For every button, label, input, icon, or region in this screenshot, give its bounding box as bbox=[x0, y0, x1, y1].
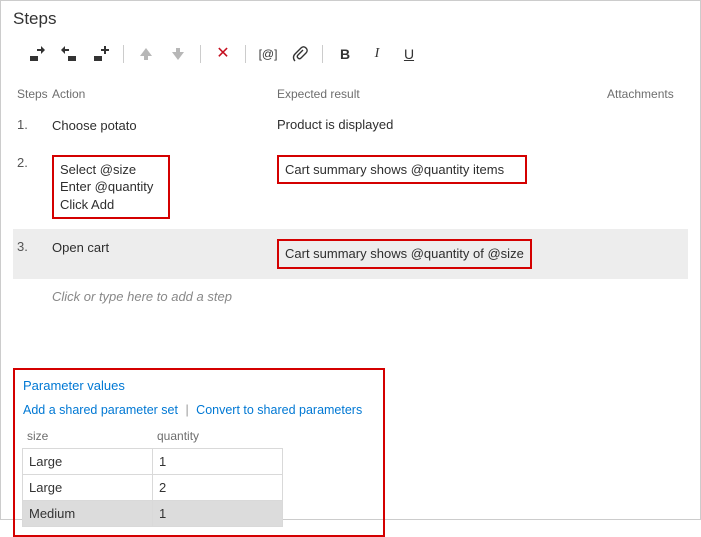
param-cell-size[interactable]: Medium bbox=[22, 500, 153, 527]
step-row[interactable]: 2.Select @sizeEnter @quantityClick AddCa… bbox=[13, 145, 688, 230]
insert-step-before-icon[interactable] bbox=[53, 41, 85, 67]
parameter-links: Add a shared parameter set | Convert to … bbox=[23, 403, 375, 417]
attachment-icon[interactable] bbox=[284, 41, 316, 67]
insert-step-icon[interactable] bbox=[21, 41, 53, 67]
step-action[interactable]: Select @sizeEnter @quantityClick Add bbox=[52, 155, 277, 220]
add-step-placeholder[interactable]: Click or type here to add a step bbox=[13, 279, 688, 314]
italic-button[interactable]: I bbox=[361, 41, 393, 67]
param-cell-size[interactable]: Large bbox=[22, 474, 153, 501]
step-number: 1. bbox=[17, 117, 52, 132]
step-action[interactable]: Choose potato bbox=[52, 117, 277, 135]
section-title: Steps bbox=[13, 9, 688, 29]
col-header-expected: Expected result bbox=[277, 87, 607, 101]
step-row[interactable]: 1.Choose potatoProduct is displayed bbox=[13, 107, 688, 145]
parameter-table: size quantity Large1Large2Medium1 bbox=[23, 423, 375, 527]
param-cell-quantity[interactable]: 1 bbox=[152, 448, 283, 475]
step-number: 3. bbox=[17, 239, 52, 254]
toolbar: ✕ [@] B I U bbox=[13, 41, 688, 67]
move-down-icon[interactable] bbox=[162, 41, 194, 67]
col-header-steps: Steps bbox=[17, 87, 52, 101]
bold-button[interactable]: B bbox=[329, 41, 361, 67]
param-token-icon[interactable]: [@] bbox=[252, 41, 284, 67]
step-expected-result[interactable]: Cart summary shows @quantity of @size bbox=[277, 239, 607, 269]
parameter-values-section: Parameter values Add a shared parameter … bbox=[13, 368, 385, 537]
col-header-attachments: Attachments bbox=[607, 87, 684, 101]
param-cell-size[interactable]: Large bbox=[22, 448, 153, 475]
step-row[interactable]: 3.Open cartCart summary shows @quantity … bbox=[13, 229, 688, 279]
toolbar-separator bbox=[245, 45, 246, 63]
param-cell-quantity[interactable]: 2 bbox=[152, 474, 283, 501]
steps-table-header: Steps Action Expected result Attachments bbox=[13, 81, 688, 107]
param-col-quantity: quantity bbox=[153, 423, 283, 449]
insert-shared-step-icon[interactable] bbox=[85, 41, 117, 67]
step-action[interactable]: Open cart bbox=[52, 239, 277, 257]
parameter-values-title: Parameter values bbox=[23, 378, 375, 393]
toolbar-separator bbox=[200, 45, 201, 63]
param-cell-quantity[interactable]: 1 bbox=[152, 500, 283, 527]
convert-shared-parameters-link[interactable]: Convert to shared parameters bbox=[196, 403, 362, 417]
param-col-size: size bbox=[23, 423, 153, 449]
step-expected-result[interactable]: Product is displayed bbox=[277, 117, 607, 132]
add-shared-parameter-link[interactable]: Add a shared parameter set bbox=[23, 403, 178, 417]
toolbar-separator bbox=[123, 45, 124, 63]
toolbar-separator bbox=[322, 45, 323, 63]
col-header-action: Action bbox=[52, 87, 277, 101]
link-divider: | bbox=[185, 403, 188, 417]
delete-step-icon[interactable]: ✕ bbox=[207, 41, 239, 67]
underline-button[interactable]: U bbox=[393, 41, 425, 67]
step-number: 2. bbox=[17, 155, 52, 170]
steps-table-body: 1.Choose potatoProduct is displayed2.Sel… bbox=[13, 107, 688, 279]
move-up-icon[interactable] bbox=[130, 41, 162, 67]
step-expected-result[interactable]: Cart summary shows @quantity items bbox=[277, 155, 607, 185]
